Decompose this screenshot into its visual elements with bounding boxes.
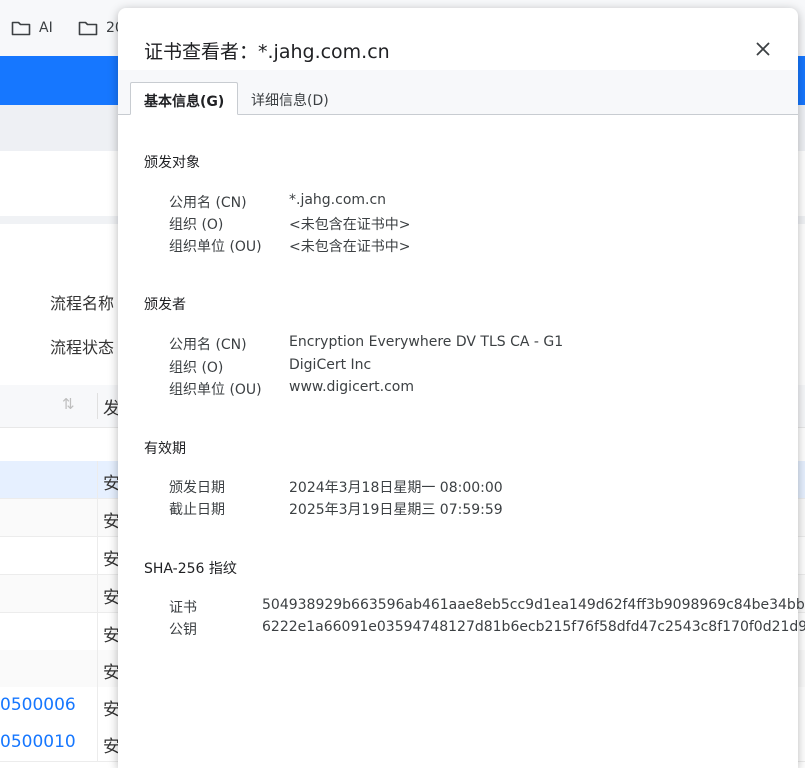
issue-date-label: 颁发日期: [169, 480, 225, 496]
column-separator: [97, 393, 98, 419]
bookmark-20[interactable]: 20: [78, 20, 124, 36]
close-icon: [756, 42, 770, 56]
close-button[interactable]: [750, 36, 776, 62]
dialog-title: 证书查看者：*.jahg.com.cn: [144, 41, 390, 63]
validity-heading: 有效期: [144, 441, 186, 457]
expiry-date-value: 2025年3月19日星期三 07:59:59: [289, 502, 503, 518]
issued-by-ou-value: www.digicert.com: [289, 379, 414, 395]
bookmark-label: AI: [39, 20, 53, 36]
row-id[interactable]: 0500006: [0, 695, 76, 715]
issued-by-cn-label: 公用名 (CN): [169, 337, 247, 353]
pubkey-fingerprint-label: 公钥: [169, 622, 197, 638]
issued-by-o-value: DigiCert Inc: [289, 357, 372, 373]
issued-to-ou-label: 组织单位 (OU): [169, 239, 262, 255]
issued-to-ou-value: <未包含在证书中>: [289, 239, 411, 255]
pubkey-fingerprint-value: 6222e1a66091e03594748127d81b6ecb215f76f5…: [262, 619, 805, 635]
issued-by-ou-label: 组织单位 (OU): [169, 382, 262, 398]
issued-to-o-label: 组织 (O): [169, 217, 224, 233]
cell-separator: [97, 537, 98, 574]
fingerprints-heading: SHA-256 指纹: [144, 561, 237, 577]
tab-details[interactable]: 详细信息(D): [238, 82, 342, 115]
row-id[interactable]: 0500010: [0, 732, 76, 752]
cell-separator: [97, 687, 98, 724]
cert-fingerprint-value: 504938929b663596ab461aae8eb5cc9d1ea149d6…: [262, 597, 805, 613]
cell-separator: [97, 613, 98, 650]
folder-icon: [11, 21, 31, 36]
process-name-label: 流程名称: [50, 294, 115, 313]
certificate-viewer-dialog: 证书查看者：*.jahg.com.cn 基本信息(G) 详细信息(D) 颁发对象…: [118, 8, 805, 768]
issued-to-o-value: <未包含在证书中>: [289, 217, 411, 233]
cell-separator: [97, 461, 98, 498]
cell-separator: [97, 650, 98, 687]
issued-by-heading: 颁发者: [144, 297, 186, 313]
sort-icon[interactable]: ⇅: [62, 395, 75, 413]
issue-date-value: 2024年3月18日星期一 08:00:00: [289, 480, 503, 496]
cell-separator: [97, 575, 98, 612]
issued-by-cn-value: Encryption Everywhere DV TLS CA - G1: [289, 334, 564, 350]
tab-general[interactable]: 基本信息(G): [130, 82, 239, 115]
cell-separator: [97, 724, 98, 761]
issued-to-heading: 颁发对象: [144, 155, 200, 171]
bookmark-ai[interactable]: AI: [11, 20, 53, 36]
issued-by-o-label: 组织 (O): [169, 360, 224, 376]
expiry-date-label: 截止日期: [169, 502, 225, 518]
cert-fingerprint-label: 证书: [169, 600, 197, 616]
issued-to-cn-label: 公用名 (CN): [169, 195, 247, 211]
process-status-label: 流程状态: [50, 338, 115, 357]
cell-separator: [97, 499, 98, 536]
folder-icon: [78, 21, 98, 36]
issued-to-cn-value: *.jahg.com.cn: [289, 192, 387, 208]
